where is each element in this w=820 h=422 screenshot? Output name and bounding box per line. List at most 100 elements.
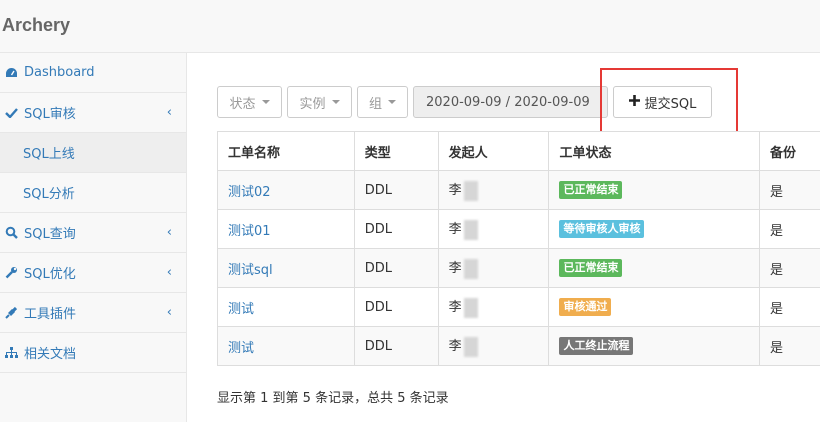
redacted-block xyxy=(463,180,478,201)
initiator-name: 李 xyxy=(448,300,462,316)
cell-status: 人工终止流程 xyxy=(548,326,761,366)
column-header-name[interactable]: 工单名称 xyxy=(217,131,355,171)
redacted-block xyxy=(463,297,478,318)
cell-backup: 是 xyxy=(759,248,820,288)
sidebar-item-dashboard[interactable]: Dashboard xyxy=(0,53,186,93)
submit-sql-button[interactable]: 提交SQL xyxy=(613,86,712,118)
cell-name: 测试 xyxy=(217,287,355,327)
redacted-block xyxy=(463,258,478,279)
sidebar-item-label: SQL优化 xyxy=(24,267,76,282)
sidebar-item-label: Dashboard xyxy=(24,65,95,80)
submit-sql-label: 提交SQL xyxy=(644,96,697,112)
column-header-status[interactable]: 工单状态 xyxy=(548,131,761,171)
workflow-link[interactable]: 测试 xyxy=(228,302,254,317)
cell-type: DDL xyxy=(353,170,439,210)
sidebar-item-label: 工具插件 xyxy=(24,307,77,322)
column-header-backup[interactable]: 备份 xyxy=(759,131,820,171)
sitemap-icon xyxy=(4,346,18,360)
sidebar-item-label: SQL上线 xyxy=(23,147,75,162)
status-badge: 等待审核人审核 xyxy=(559,220,645,238)
chevron-left-icon: ‹ xyxy=(166,225,172,240)
table-header-row: 工单名称 类型 发起人 工单状态 备份 xyxy=(217,131,820,171)
plus-icon xyxy=(628,94,640,110)
table-row: 测试01 DDL 李 等待审核人审核 是 xyxy=(217,209,820,249)
sidebar-item-label: SQL分析 xyxy=(23,187,75,202)
redacted-block xyxy=(463,336,478,357)
dashboard-icon xyxy=(4,66,18,80)
sidebar-item-sql-online[interactable]: SQL上线 xyxy=(0,133,186,173)
instance-filter-label: 实例 xyxy=(299,96,326,112)
cell-name: 测试02 xyxy=(217,170,355,210)
chevron-left-icon: ‹ xyxy=(166,305,172,320)
plug-icon xyxy=(4,306,18,320)
status-badge: 审核通过 xyxy=(559,298,612,316)
cell-backup: 是 xyxy=(759,326,820,366)
workflow-link[interactable]: 测试 xyxy=(228,341,254,356)
instance-filter-dropdown[interactable]: 实例 xyxy=(287,86,352,118)
cell-status: 已正常结束 xyxy=(548,170,761,210)
sidebar-item-label: SQL查询 xyxy=(24,227,76,242)
caret-down-icon xyxy=(331,100,340,104)
brand-logo[interactable]: Archery xyxy=(2,15,70,36)
sidebar-item-docs[interactable]: 相关文档 xyxy=(0,333,186,373)
cell-name: 测试 xyxy=(217,326,355,366)
group-filter-dropdown[interactable]: 组 xyxy=(357,86,408,118)
cell-initiator: 李 xyxy=(437,287,550,327)
cell-type: DDL xyxy=(353,209,439,249)
wrench-icon xyxy=(4,266,18,280)
cell-initiator: 李 xyxy=(437,209,550,249)
cell-initiator: 李 xyxy=(437,326,550,366)
sidebar-item-sql-optimize[interactable]: SQL优化 ‹ xyxy=(0,253,186,293)
sidebar-item-sql-analysis[interactable]: SQL分析 xyxy=(0,173,186,213)
workflow-link[interactable]: 测试01 xyxy=(228,224,271,239)
cell-initiator: 李 xyxy=(437,170,550,210)
sidebar-item-sql-review[interactable]: SQL审核 ‹ xyxy=(0,93,186,133)
status-filter-label: 状态 xyxy=(229,96,256,112)
column-header-type[interactable]: 类型 xyxy=(353,131,439,171)
workflow-table: 工单名称 类型 发起人 工单状态 备份 测试02 DDL 李 已正常结束 是 测… xyxy=(217,131,820,366)
status-badge: 已正常结束 xyxy=(559,181,623,199)
initiator-name: 李 xyxy=(448,261,462,277)
redacted-block xyxy=(463,219,478,240)
sidebar-item-label: 相关文档 xyxy=(24,347,77,362)
cell-backup: 是 xyxy=(759,209,820,249)
cell-initiator: 李 xyxy=(437,248,550,288)
cell-name: 测试01 xyxy=(217,209,355,249)
top-navbar: Archery xyxy=(0,0,820,53)
sidebar: Dashboard SQL审核 ‹ SQL上线 SQL分析 SQL查询 ‹ SQ… xyxy=(0,53,187,422)
group-filter-label: 组 xyxy=(368,96,382,112)
chevron-left-icon: ‹ xyxy=(166,265,172,280)
cell-type: DDL xyxy=(353,287,439,327)
cell-backup: 是 xyxy=(759,170,820,210)
date-range-input[interactable]: 2020-09-09 / 2020-09-09 xyxy=(413,86,608,118)
table-row: 测试 DDL 李 审核通过 是 xyxy=(217,287,820,327)
status-badge: 已正常结束 xyxy=(559,259,623,277)
search-icon xyxy=(4,226,18,240)
table-row: 测试02 DDL 李 已正常结束 是 xyxy=(217,170,820,210)
chevron-left-icon: ‹ xyxy=(166,105,172,120)
sidebar-item-sql-query[interactable]: SQL查询 ‹ xyxy=(0,213,186,253)
initiator-name: 李 xyxy=(448,183,462,199)
status-filter-dropdown[interactable]: 状态 xyxy=(217,86,282,118)
cell-backup: 是 xyxy=(759,287,820,327)
cell-status: 已正常结束 xyxy=(548,248,761,288)
table-row: 测试 DDL 李 人工终止流程 是 xyxy=(217,326,820,366)
cell-type: DDL xyxy=(353,248,439,288)
cell-name: 测试sql xyxy=(217,248,355,288)
caret-down-icon xyxy=(388,100,396,104)
column-header-initiator[interactable]: 发起人 xyxy=(437,131,550,171)
cell-type: DDL xyxy=(353,326,439,366)
sidebar-item-label: SQL审核 xyxy=(24,107,76,122)
caret-down-icon xyxy=(261,100,270,104)
sidebar-item-tools[interactable]: 工具插件 ‹ xyxy=(0,293,186,333)
status-badge: 人工终止流程 xyxy=(559,337,634,355)
workflow-link[interactable]: 测试02 xyxy=(228,185,271,200)
initiator-name: 李 xyxy=(448,339,462,355)
workflow-link[interactable]: 测试sql xyxy=(228,263,273,278)
initiator-name: 李 xyxy=(448,222,462,238)
cell-status: 等待审核人审核 xyxy=(548,209,761,249)
pagination-info: 显示第 1 到第 5 条记录，总共 5 条记录 xyxy=(217,391,449,406)
cell-status: 审核通过 xyxy=(548,287,761,327)
check-icon xyxy=(4,106,18,120)
table-row: 测试sql DDL 李 已正常结束 是 xyxy=(217,248,820,288)
